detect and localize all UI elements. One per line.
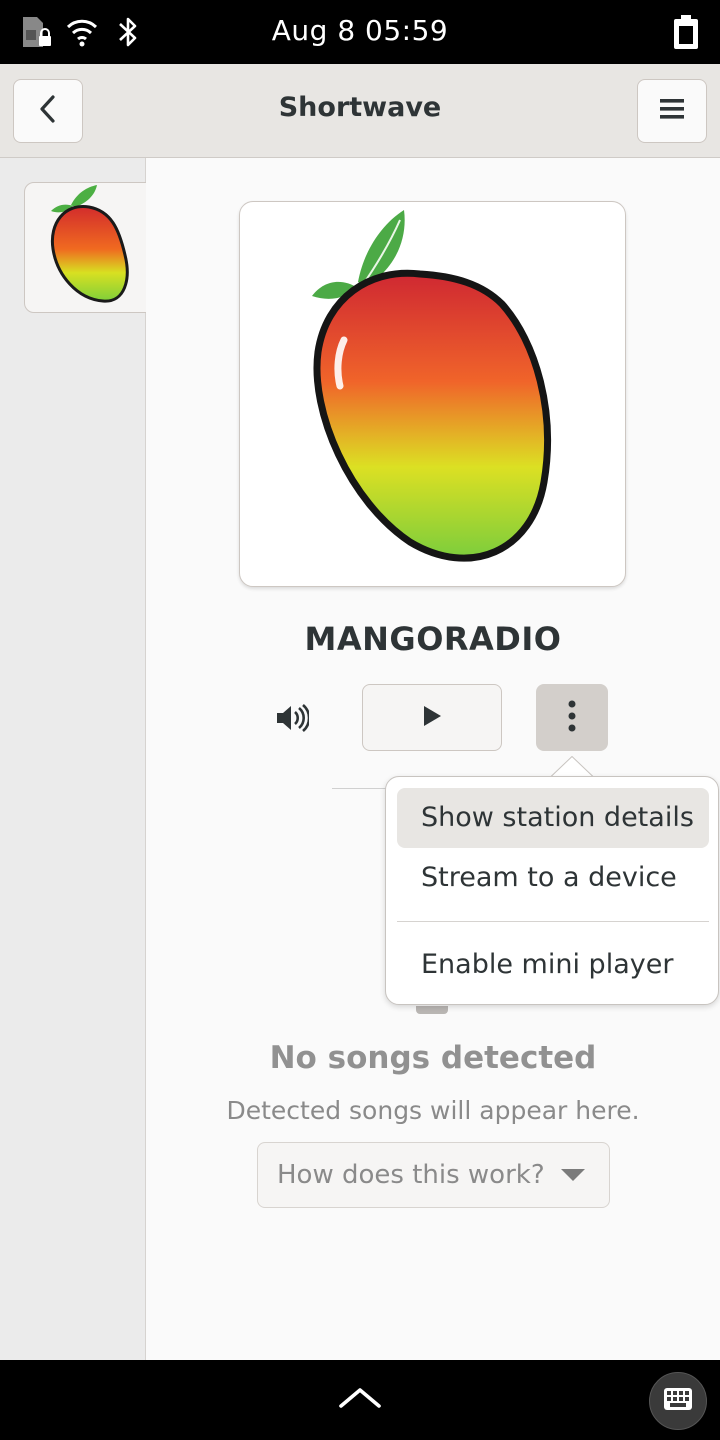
help-label: How does this work? <box>277 1160 545 1190</box>
keyboard-toggle-button[interactable] <box>649 1372 707 1430</box>
content-area: MANGORADIO No songs detected Detected so… <box>0 158 720 1360</box>
volume-icon <box>275 703 311 737</box>
caret-down-icon <box>561 1169 585 1181</box>
station-popover-menu: Show station details Stream to a device … <box>385 776 719 1005</box>
menu-item-show-station-details[interactable]: Show station details <box>397 788 709 848</box>
how-does-this-work-button[interactable]: How does this work? <box>257 1142 610 1208</box>
play-button[interactable] <box>362 684 502 751</box>
bottom-bar <box>0 1360 720 1440</box>
header-bar: Shortwave <box>0 64 720 158</box>
play-icon <box>422 705 442 731</box>
main-menu-button[interactable] <box>637 79 707 143</box>
history-placeholder-icon <box>416 1006 448 1014</box>
station-player: MANGORADIO No songs detected Detected so… <box>146 158 720 1360</box>
station-cover <box>239 201 626 587</box>
clock: Aug 8 05:59 <box>271 14 449 47</box>
status-bar: Aug 8 05:59 <box>0 0 720 64</box>
battery-icon <box>672 14 700 54</box>
station-tile-mangoradio[interactable] <box>24 182 164 313</box>
empty-state-title: No songs detected <box>269 1040 597 1076</box>
menu-item-stream-to-device[interactable]: Stream to a device <box>397 848 709 908</box>
library-sidebar <box>0 158 164 1360</box>
station-logo-thumbnail <box>25 183 163 312</box>
mango-logo-image <box>240 202 627 592</box>
chevron-up-icon[interactable] <box>338 1386 382 1414</box>
station-name: MANGORADIO <box>304 620 562 658</box>
divider <box>332 788 392 789</box>
app-title: Shortwave <box>278 92 442 123</box>
keyboard-icon <box>663 1387 693 1415</box>
menu-separator <box>397 921 709 922</box>
empty-state-subtitle: Detected songs will appear here. <box>226 1096 640 1125</box>
hamburger-menu-icon <box>660 98 684 124</box>
vertical-dots-icon <box>567 699 577 737</box>
menu-item-enable-mini-player[interactable]: Enable mini player <box>397 935 709 995</box>
popover-arrow <box>550 756 594 778</box>
station-menu-button[interactable] <box>536 684 608 751</box>
volume-button[interactable] <box>270 698 314 742</box>
